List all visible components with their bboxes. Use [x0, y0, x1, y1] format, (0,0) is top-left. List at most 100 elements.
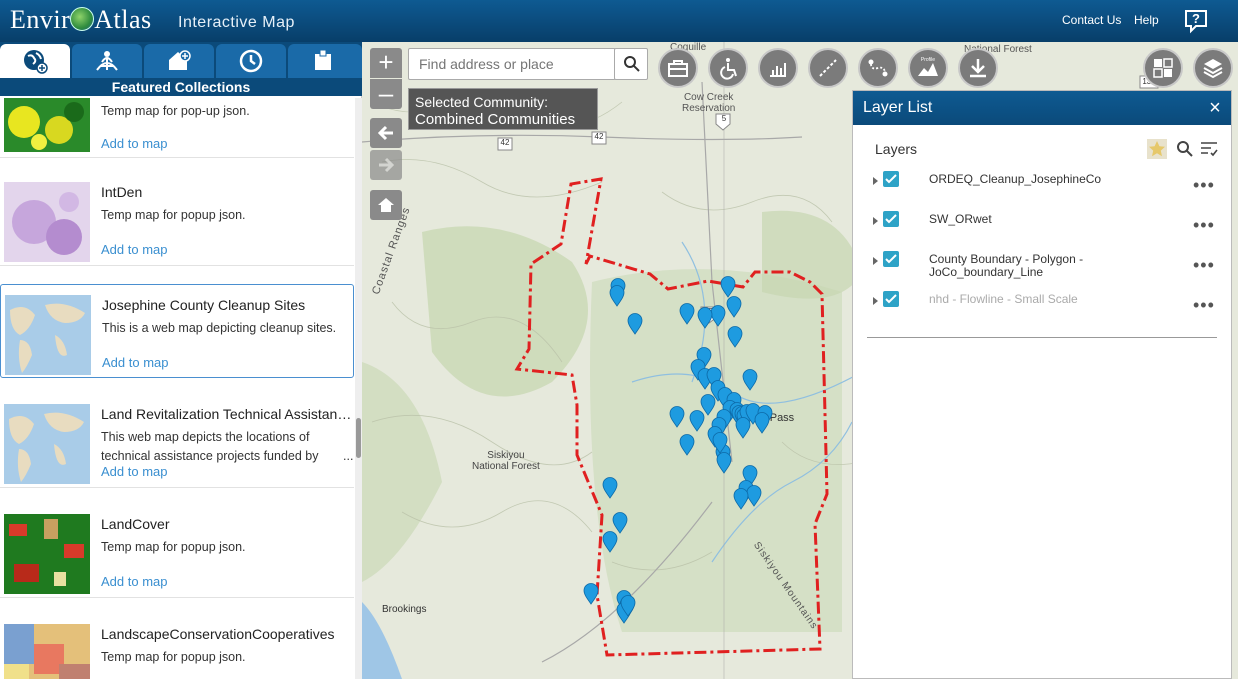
add-to-map-link[interactable]: Add to map [101, 136, 168, 151]
map-marker-pin[interactable] [689, 410, 705, 432]
route-button[interactable] [858, 48, 898, 88]
previous-extent-button[interactable] [370, 118, 402, 148]
thumbnail-world-map [5, 295, 91, 375]
filter-list-icon[interactable] [1199, 139, 1219, 159]
add-to-map-link[interactable]: Add to map [101, 574, 168, 589]
map-marker-pin[interactable] [742, 369, 758, 391]
map-marker-pin[interactable] [583, 583, 599, 605]
download-button[interactable] [958, 48, 998, 88]
collection-card-selected[interactable]: Josephine County Cleanup Sites This is a… [0, 284, 354, 378]
thumbnail-regions [4, 624, 90, 679]
profile-button[interactable]: Profile [908, 48, 948, 88]
layer-options-button[interactable]: ••• [1193, 295, 1215, 316]
tab-saved[interactable] [288, 44, 362, 78]
tab-featured-collections[interactable] [0, 44, 70, 78]
map-marker-pin[interactable] [697, 307, 713, 329]
map-marker-pin[interactable] [669, 406, 685, 428]
measure-button[interactable] [808, 48, 848, 88]
map-label-brookings: Brookings [382, 604, 427, 615]
collection-card[interactable]: Temp map for pop-up json. Add to map [0, 98, 354, 158]
add-to-map-link[interactable]: Add to map [101, 242, 168, 257]
toolbox-button[interactable] [658, 48, 698, 88]
list-scrollbar[interactable] [355, 98, 362, 679]
layer-checkbox[interactable] [883, 171, 899, 187]
collections-list: Temp map for pop-up json. Add to map Int… [0, 98, 354, 679]
accessibility-button[interactable] [708, 48, 748, 88]
map-marker-pin[interactable] [733, 488, 749, 510]
search-box [408, 48, 616, 80]
search-button[interactable] [614, 48, 648, 80]
basemap-gallery-button[interactable] [1143, 48, 1183, 88]
chart-button[interactable] [758, 48, 798, 88]
more-ellipsis[interactable]: ... [343, 447, 353, 466]
home-button[interactable] [370, 190, 402, 220]
map-marker-pin[interactable] [720, 276, 736, 298]
layer-checkbox[interactable] [883, 251, 899, 267]
map-marker-pin[interactable] [679, 434, 695, 456]
layer-row[interactable]: SW_ORwet ••• [873, 211, 1218, 245]
layer-options-button[interactable]: ••• [1193, 255, 1215, 276]
help-question-icon[interactable]: ? [1182, 7, 1210, 35]
zoom-in-button[interactable]: + [370, 48, 402, 78]
favorite-star-icon[interactable] [1147, 139, 1167, 159]
layer-list-title: Layer List [853, 91, 1231, 125]
map-marker-pin[interactable] [609, 285, 625, 307]
map-label-hwy-42: 42 [500, 138, 510, 147]
map-marker-pin[interactable] [712, 432, 728, 454]
collection-card[interactable]: Land Revitalization Technical Assistan… … [0, 394, 354, 488]
map-marker-pin[interactable] [735, 417, 751, 439]
map-marker-pin[interactable] [754, 412, 770, 434]
add-to-map-link[interactable]: Add to map [101, 464, 168, 479]
help-link[interactable]: Help [1134, 13, 1159, 27]
layer-options-button[interactable]: ••• [1193, 175, 1215, 196]
map-marker-pin[interactable] [620, 595, 636, 617]
basemap-grid-icon [1153, 58, 1173, 78]
search-layers-icon[interactable] [1175, 139, 1195, 159]
people-globe-icon [96, 51, 118, 71]
expand-caret-icon[interactable] [873, 177, 878, 185]
layer-options-button[interactable]: ••• [1193, 215, 1215, 236]
layer-row[interactable]: County Boundary - Polygon - JoCo_boundary… [873, 251, 1218, 291]
tab-history[interactable] [216, 44, 286, 78]
scrollbar-thumb[interactable] [356, 418, 361, 458]
collection-card[interactable]: LandscapeConservationCooperatives Temp m… [0, 614, 354, 679]
search-icon [624, 56, 640, 72]
collection-card[interactable]: IntDen Temp map for popup json. Add to m… [0, 172, 354, 266]
collection-title: LandscapeConservationCooperatives [101, 626, 335, 642]
tab-people[interactable] [72, 44, 142, 78]
layer-checkbox[interactable] [883, 211, 899, 227]
add-to-map-link[interactable]: Add to map [102, 355, 169, 370]
layer-checkbox[interactable] [883, 291, 899, 307]
layer-list-button[interactable] [1193, 48, 1233, 88]
collection-card[interactable]: LandCover Temp map for popup json. Add t… [0, 504, 354, 598]
layer-row[interactable]: nhd - Flowline - Small Scale ••• [873, 291, 1218, 325]
tab-add-data[interactable] [144, 44, 214, 78]
app-header: Envir Atlas Interactive Map Contact Us He… [0, 0, 1238, 42]
map-marker-pin[interactable] [602, 477, 618, 499]
enviroatlas-logo[interactable]: Envir Atlas [10, 5, 152, 35]
house-add-icon [169, 50, 191, 70]
expand-caret-icon[interactable] [873, 257, 878, 265]
map-marker-pin[interactable] [602, 531, 618, 553]
contact-us-link[interactable]: Contact Us [1062, 13, 1121, 27]
next-extent-button[interactable] [370, 150, 402, 180]
left-panel: Featured Collections Temp map for pop-up… [0, 42, 362, 679]
zoom-out-button[interactable]: – [370, 79, 402, 109]
layer-name-line2: JoCo_boundary_Line [929, 265, 1044, 279]
selected-community-box: Selected Community: Combined Communities [408, 88, 598, 130]
arrow-left-icon [377, 125, 393, 141]
panel-tabs [0, 42, 362, 78]
map-marker-pin[interactable] [716, 452, 732, 474]
map-marker-pin[interactable] [727, 326, 743, 348]
layer-name: SW_ORwet [929, 212, 992, 226]
map-marker-pin[interactable] [726, 296, 742, 318]
layer-row[interactable]: ORDEQ_Cleanup_JosephineCo ••• [873, 171, 1218, 205]
map-marker-pin[interactable] [627, 313, 643, 335]
close-layer-list-button[interactable]: × [1205, 91, 1225, 125]
clipboard-icon [315, 49, 331, 70]
checkmark-icon [885, 294, 897, 304]
expand-caret-icon[interactable] [873, 297, 878, 305]
map-marker-pin[interactable] [679, 303, 695, 325]
expand-caret-icon[interactable] [873, 217, 878, 225]
search-input[interactable] [419, 56, 609, 72]
